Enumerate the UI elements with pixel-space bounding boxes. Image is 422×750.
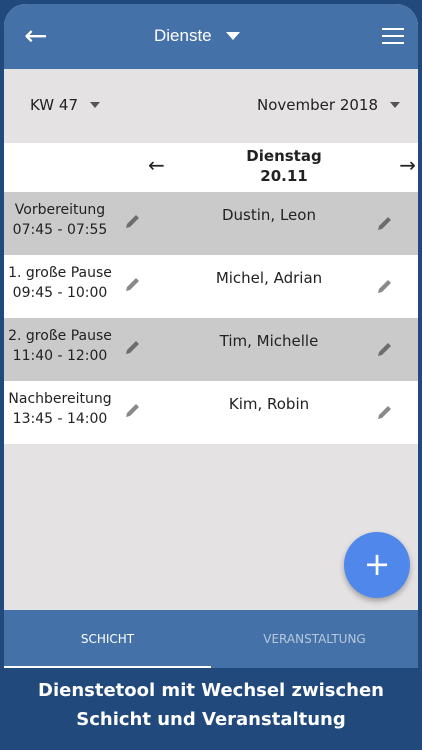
edit-names-pencil-icon[interactable]	[376, 277, 394, 295]
caption-line-2: Schicht und Veranstaltung	[76, 709, 346, 730]
edit-slot-pencil-icon[interactable]	[124, 401, 142, 419]
duty-row: 2. große Pause 11:40 - 12:00 Tim, Michel…	[4, 318, 418, 381]
day-header: ← Dienstag 20.11 →	[4, 143, 418, 192]
assigned-names: Kim, Robin	[228, 395, 310, 413]
previous-day-arrow-icon[interactable]: ←	[148, 153, 165, 177]
tab-schicht[interactable]: SCHICHT	[4, 610, 211, 668]
month-label: November 2018	[257, 96, 378, 114]
day-name: Dienstag	[246, 147, 322, 165]
tab-veranstaltung[interactable]: VERANSTALTUNG	[211, 610, 418, 668]
filter-bar: KW 47 November 2018	[4, 84, 418, 124]
week-selector[interactable]: KW 47	[30, 96, 100, 114]
slot-name: 1. große Pause	[8, 265, 112, 281]
day-date: 20.11	[260, 167, 308, 185]
back-arrow-icon[interactable]: ←	[24, 22, 52, 50]
active-tab-indicator	[4, 666, 211, 668]
caption-line-1: Dienstetool mit Wechsel zwischen	[38, 680, 384, 701]
app-bar: ← Dienste	[4, 4, 418, 69]
caret-down-icon	[390, 102, 400, 108]
slot-info: 2. große Pause 11:40 - 12:00	[4, 326, 116, 366]
slot-time: 13:45 - 14:00	[12, 411, 108, 427]
caret-down-icon	[225, 32, 240, 40]
edit-names-pencil-icon[interactable]	[376, 214, 394, 232]
week-label: KW 47	[30, 96, 78, 114]
edit-slot-pencil-icon[interactable]	[124, 212, 142, 230]
bottom-tab-bar: SCHICHT VERANSTALTUNG	[4, 610, 418, 668]
slot-info: Nachbereitung 13:45 - 14:00	[4, 389, 116, 429]
edit-names-pencil-icon[interactable]	[376, 403, 394, 421]
slot-info: 1. große Pause 09:45 - 10:00	[4, 263, 116, 303]
slot-time: 07:45 - 07:55	[12, 222, 108, 238]
caret-down-icon	[90, 102, 100, 108]
edit-slot-pencil-icon[interactable]	[124, 275, 142, 293]
slot-time: 11:40 - 12:00	[12, 348, 108, 364]
edit-slot-pencil-icon[interactable]	[124, 338, 142, 356]
duty-row: Vorbereitung 07:45 - 07:55 Dustin, Leon	[4, 192, 418, 255]
phone-screen: ← Dienste KW 47 November 2018 ← Dienstag…	[4, 4, 418, 668]
assigned-names: Tim, Michelle	[219, 332, 319, 350]
add-button[interactable]: +	[344, 532, 410, 598]
duty-list: Vorbereitung 07:45 - 07:55 Dustin, Leon …	[4, 192, 418, 444]
assigned-names: Michel, Adrian	[215, 269, 323, 287]
slot-name: Nachbereitung	[8, 391, 112, 407]
slot-time: 09:45 - 10:00	[12, 285, 108, 301]
duty-row: Nachbereitung 13:45 - 14:00 Kim, Robin	[4, 381, 418, 444]
duty-row: 1. große Pause 09:45 - 10:00 Michel, Adr…	[4, 255, 418, 318]
slot-name: 2. große Pause	[8, 328, 112, 344]
edit-names-pencil-icon[interactable]	[376, 340, 394, 358]
slot-name: Vorbereitung	[14, 202, 106, 218]
next-day-arrow-icon[interactable]: →	[399, 153, 416, 177]
assigned-names: Dustin, Leon	[222, 206, 316, 224]
slot-info: Vorbereitung 07:45 - 07:55	[4, 200, 116, 240]
app-title: Dienste	[154, 26, 212, 45]
title-dropdown[interactable]: Dienste	[154, 22, 240, 50]
promo-caption: Dienstetool mit Wechsel zwischen Schicht…	[0, 676, 422, 734]
hamburger-menu-icon[interactable]	[382, 28, 404, 44]
month-selector[interactable]: November 2018	[257, 96, 400, 114]
